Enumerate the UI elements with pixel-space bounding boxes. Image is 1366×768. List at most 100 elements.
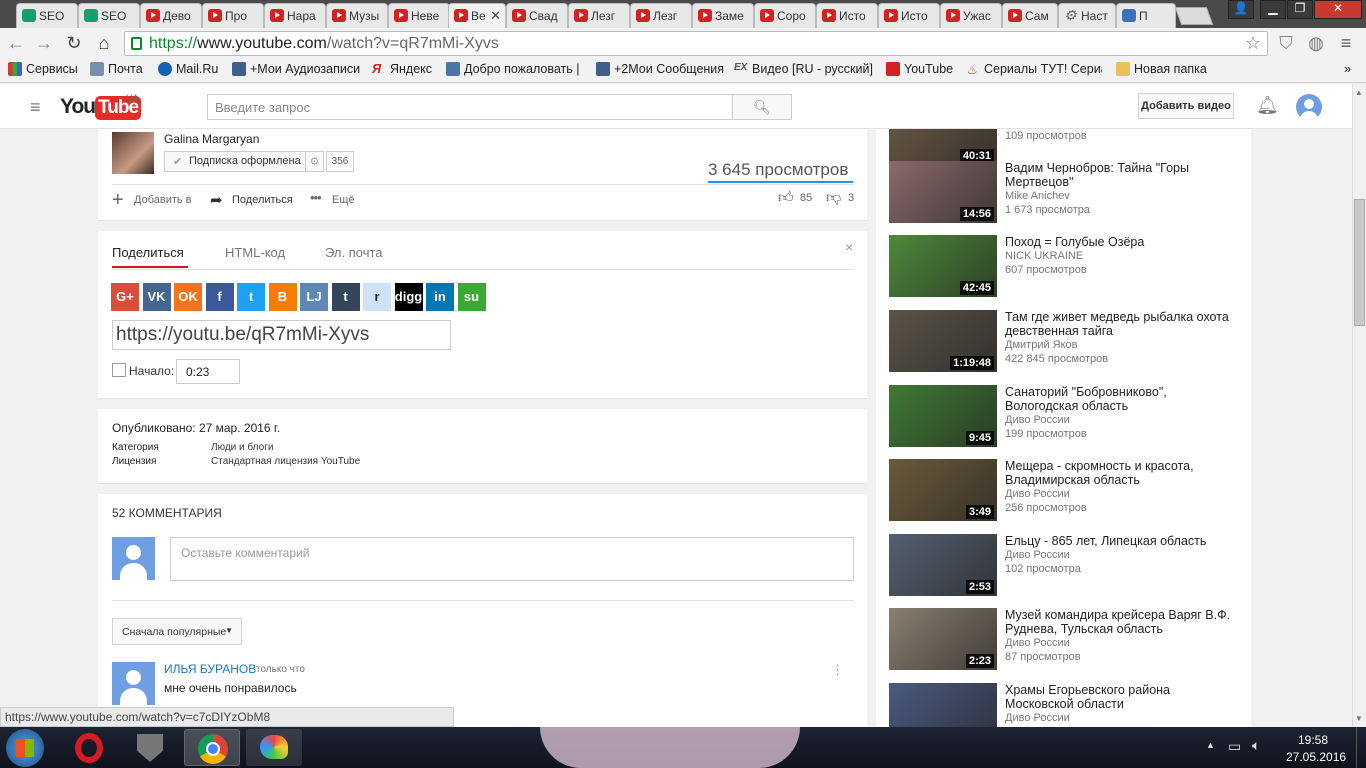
minimize-button[interactable]: ▁	[1260, 0, 1286, 19]
channel-name[interactable]: Galina Margaryan	[164, 132, 259, 146]
browser-tab[interactable]: SEO	[78, 3, 140, 28]
browser-tab[interactable]: Соро	[754, 3, 816, 28]
related-video-title[interactable]: Поход = Голубые Озёра	[1005, 235, 1240, 249]
video-thumbnail[interactable]	[889, 683, 997, 727]
video-thumbnail[interactable]: 3:49	[889, 459, 997, 521]
bookmark-welcome[interactable]: Добро пожаловать |	[446, 62, 580, 76]
twitter-share-icon[interactable]: t	[237, 283, 265, 311]
comment-sort-dropdown[interactable]: Сначала популярные ▼	[112, 618, 242, 645]
avatar[interactable]	[112, 662, 155, 705]
guide-menu-icon[interactable]: ≡	[30, 97, 41, 118]
comment-input[interactable]: Оставьте комментарий	[170, 537, 854, 581]
channel-avatar[interactable]	[112, 132, 154, 174]
related-video-item[interactable]: 2:53 Ельцу - 865 лет, Липецкая область Див…	[889, 534, 1249, 596]
address-bar[interactable]: https://www.youtube.com/watch?v=qR7mMi-X…	[124, 31, 1268, 56]
stumbleupon-share-icon[interactable]: su	[457, 283, 486, 311]
close-window-button[interactable]: ✕	[1314, 0, 1362, 19]
browser-tab[interactable]: Дево	[140, 3, 202, 28]
related-video-title[interactable]: Там где живет медведь рыбалка охота девс…	[1005, 310, 1240, 338]
video-thumbnail[interactable]: 9:45	[889, 385, 997, 447]
browser-tab[interactable]: Заме	[692, 3, 754, 28]
scroll-up-icon[interactable]: ▲	[1355, 88, 1363, 97]
home-icon[interactable]: ⌂	[94, 33, 114, 53]
back-arrow-icon[interactable]: ←	[6, 33, 26, 53]
clock-date[interactable]: 27.05.2016	[1286, 750, 1346, 764]
show-hidden-icons-icon[interactable]: ▲	[1206, 740, 1215, 750]
odnoklassniki-share-icon[interactable]: OK	[174, 283, 202, 311]
browser-tab[interactable]: Музы	[326, 3, 388, 28]
scrollbar[interactable]: ▲ ▼	[1352, 84, 1366, 727]
vk-share-icon[interactable]: VK	[142, 283, 171, 311]
bookmark-yandex[interactable]: Я Яндекс	[372, 62, 432, 76]
comment-time[interactable]: только что	[256, 664, 305, 675]
subscribed-button[interactable]: ✔ Подписка оформлена	[164, 151, 306, 172]
linkedin-share-icon[interactable]: in	[426, 283, 454, 311]
blogger-share-icon[interactable]: B	[268, 283, 297, 311]
related-video-item[interactable]: 9:45 Санаторий "Бобровниково", Вологодска…	[889, 385, 1249, 447]
related-video-item[interactable]: 40:31 109 просмотров	[889, 129, 1249, 165]
close-share-icon[interactable]: ×	[845, 239, 853, 255]
related-video-title[interactable]: Санаторий "Бобровниково", Вологодская об…	[1005, 385, 1240, 413]
bookmark-new-folder[interactable]: Новая папка	[1116, 62, 1207, 76]
browser-tab[interactable]: ⚙ Наст	[1058, 3, 1116, 28]
related-video-item[interactable]: 2:23 Музей командира крейсера Варяг В.Ф. …	[889, 608, 1249, 670]
chrome-taskbar-icon[interactable]	[184, 729, 240, 766]
browser-tab[interactable]: Исто	[816, 3, 878, 28]
tab-email[interactable]: Эл. почта	[325, 245, 383, 260]
user-icon[interactable]: 👤	[1228, 0, 1254, 19]
related-video-item[interactable]: 14:56 Вадим Чернобров: Тайна "Горы Мертве…	[889, 161, 1249, 223]
maximize-button[interactable]: ❐	[1287, 0, 1313, 19]
bookmark-mail[interactable]: Почта	[90, 62, 143, 76]
clock-time[interactable]: 19:58	[1298, 733, 1328, 747]
related-video-title[interactable]: Вадим Чернобров: Тайна "Горы Мертвецов"	[1005, 161, 1240, 189]
video-thumbnail[interactable]: 14:56	[889, 161, 997, 223]
browser-tab-active[interactable]: Ве ✕	[448, 3, 506, 28]
browser-tab[interactable]: Исто	[878, 3, 940, 28]
video-thumbnail[interactable]: 2:53	[889, 534, 997, 596]
bookmarks-overflow-icon[interactable]: »	[1344, 62, 1351, 76]
browser-tab[interactable]: SEO	[16, 3, 78, 28]
reload-icon[interactable]: ↻	[64, 33, 84, 53]
browser-tab[interactable]: Нара	[264, 3, 326, 28]
video-thumbnail[interactable]: 40:31	[889, 129, 997, 165]
scrollbar-thumb[interactable]	[1354, 199, 1365, 326]
subscription-settings-gear-icon[interactable]: ⚙	[306, 151, 324, 172]
search-button[interactable]: 🔍︎	[732, 94, 792, 120]
new-tab-button[interactable]	[1174, 7, 1214, 25]
video-thumbnail[interactable]: 1:19:48	[889, 310, 997, 372]
youtube-logo[interactable]: You Tube UA	[60, 93, 142, 121]
add-to-button[interactable]: + Добавить в	[112, 189, 192, 211]
browser-tab[interactable]: Неве	[388, 3, 450, 28]
opera-taskbar-icon[interactable]	[62, 729, 118, 766]
related-video-title[interactable]: Музей командира крейсера Варяг В.Ф. Рудн…	[1005, 608, 1240, 636]
world-of-tanks-taskbar-icon[interactable]	[122, 729, 178, 766]
volume-icon[interactable]: 🔈︎	[1252, 737, 1260, 754]
share-link-input[interactable]: https://youtu.be/qR7mMi-Xyvs	[112, 320, 451, 350]
tab-share[interactable]: Поделиться	[112, 245, 184, 260]
bookmark-services[interactable]: Сервисы	[8, 62, 78, 76]
bookmark-mailru[interactable]: Mail.Ru	[158, 62, 218, 76]
google-plus-share-icon[interactable]: G+	[111, 283, 139, 311]
bookmark-youtube[interactable]: YouTube	[886, 62, 953, 76]
adblock-shield-icon[interactable]: ⛉	[1276, 33, 1296, 53]
close-tab-icon[interactable]: ✕	[490, 8, 501, 24]
reddit-share-icon[interactable]: r	[363, 283, 391, 311]
start-button[interactable]	[6, 729, 44, 767]
comment-author[interactable]: ИЛЬЯ БУРАНОВ	[164, 662, 256, 676]
search-input[interactable]: Введите запрос	[207, 94, 733, 120]
category-value[interactable]: Люди и блоги	[211, 442, 273, 453]
related-video-item[interactable]: 3:49 Мещера - скромность и красота, Влади…	[889, 459, 1249, 521]
tumblr-share-icon[interactable]: t	[331, 283, 360, 311]
related-video-item[interactable]: 42:45 Поход = Голубые Озёра NICK UKRAINE 60…	[889, 235, 1249, 297]
start-time-input[interactable]: 0:23	[176, 359, 240, 384]
video-thumbnail[interactable]: 42:45	[889, 235, 997, 297]
related-video-item[interactable]: 1:19:48 Там где живет медведь рыбалка охо…	[889, 310, 1249, 372]
browser-tab[interactable]: Лезг	[630, 3, 692, 28]
dislike-button[interactable]: 👎︎ 3	[826, 189, 854, 206]
browser-tab[interactable]: Свад	[506, 3, 568, 28]
browser-tab[interactable]: Лезг	[568, 3, 630, 28]
menu-icon[interactable]: ≡	[1336, 33, 1356, 53]
like-button[interactable]: 👍︎ 85	[778, 189, 812, 206]
comment-menu-icon[interactable]: ⋮	[831, 662, 844, 678]
browser-tab[interactable]: Про	[202, 3, 264, 28]
